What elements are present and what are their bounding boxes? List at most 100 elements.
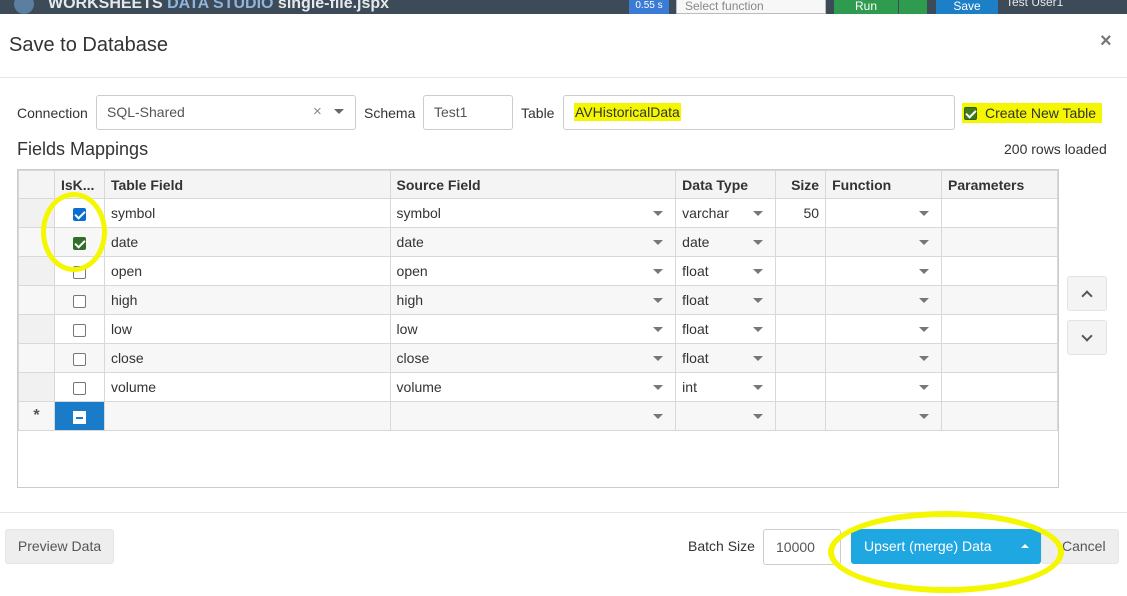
checkbox-indeterminate-icon[interactable] [72, 410, 86, 424]
size-cell[interactable]: 50 [775, 198, 827, 228]
function-cell[interactable] [825, 227, 942, 257]
source-field-cell[interactable]: date [389, 227, 677, 257]
chevron-down-icon[interactable] [334, 109, 344, 114]
clear-icon[interactable]: × [313, 95, 322, 128]
size-cell[interactable] [775, 343, 827, 373]
chevron-down-icon[interactable] [653, 269, 664, 274]
table-field-cell[interactable]: open [103, 256, 391, 286]
chevron-down-icon[interactable] [653, 356, 664, 361]
chevron-down-icon[interactable] [653, 327, 664, 332]
source-field-cell[interactable]: low [389, 314, 677, 344]
column-header-source-field[interactable]: Source Field [389, 170, 677, 199]
table-field-cell[interactable]: volume [103, 372, 391, 402]
row-header[interactable] [18, 372, 55, 402]
create-new-table-checkbox[interactable]: Create New Table [962, 103, 1103, 123]
parameters-cell[interactable] [941, 285, 1058, 315]
data-type-cell[interactable]: float [675, 256, 777, 286]
batch-size-input[interactable]: 10000 [763, 529, 841, 565]
table-field-cell[interactable]: symbol [103, 198, 391, 228]
move-up-button[interactable] [1067, 276, 1107, 311]
data-type-cell[interactable]: float [675, 285, 777, 315]
checkbox-unchecked-icon[interactable] [72, 294, 86, 308]
parameters-cell[interactable] [941, 314, 1058, 344]
source-field-cell[interactable]: close [389, 343, 677, 373]
size-cell[interactable] [775, 227, 827, 257]
run-button[interactable]: Run [834, 0, 898, 14]
parameters-cell[interactable] [941, 256, 1058, 286]
iskey-cell[interactable] [53, 285, 105, 315]
chevron-down-icon[interactable] [753, 414, 764, 419]
table-field-cell[interactable]: low [103, 314, 391, 344]
checkbox-unchecked-icon[interactable] [72, 265, 86, 279]
row-header[interactable] [18, 256, 55, 286]
iskey-cell[interactable] [53, 227, 105, 257]
chevron-down-icon[interactable] [919, 269, 929, 274]
iskey-cell[interactable] [53, 198, 105, 228]
column-header-table-field[interactable]: Table Field [103, 170, 391, 199]
chevron-down-icon[interactable] [919, 385, 929, 390]
row-header[interactable] [18, 285, 55, 315]
function-cell[interactable] [825, 343, 942, 373]
row-header[interactable] [18, 314, 55, 344]
iskey-cell[interactable] [53, 256, 105, 286]
data-type-cell[interactable]: float [675, 314, 777, 344]
iskey-cell[interactable] [53, 343, 105, 373]
column-header-data-type[interactable]: Data Type [675, 170, 777, 199]
column-header-iskey[interactable]: IsK... [53, 170, 105, 199]
caret-up-icon[interactable] [1021, 544, 1029, 548]
parameters-cell[interactable] [941, 372, 1058, 402]
function-cell[interactable] [825, 314, 942, 344]
function-cell[interactable] [825, 256, 942, 286]
column-header-function[interactable]: Function [825, 170, 942, 199]
schema-input[interactable]: Test1 [423, 95, 513, 130]
parameters-cell[interactable] [941, 343, 1058, 373]
preview-data-button[interactable]: Preview Data [5, 529, 114, 564]
chevron-down-icon[interactable] [753, 211, 764, 216]
column-header-parameters[interactable]: Parameters [941, 170, 1058, 199]
chevron-down-icon[interactable] [919, 327, 929, 332]
chevron-down-icon[interactable] [653, 240, 664, 245]
chevron-down-icon[interactable] [753, 327, 764, 332]
chevron-down-icon[interactable] [919, 414, 929, 419]
table-input[interactable]: AVHistoricalData [563, 95, 955, 130]
iskey-cell[interactable] [53, 372, 105, 402]
chevron-down-icon[interactable] [753, 356, 764, 361]
source-field-cell[interactable]: symbol [389, 198, 677, 228]
chevron-down-icon[interactable] [653, 211, 664, 216]
upsert-data-button[interactable]: Upsert (merge) Data [851, 529, 1041, 564]
checkbox-unchecked-icon[interactable] [72, 323, 86, 337]
checkbox-checked-icon[interactable] [964, 106, 977, 120]
row-header[interactable] [18, 198, 55, 228]
chevron-down-icon[interactable] [753, 269, 764, 274]
function-cell[interactable] [825, 198, 942, 228]
move-down-button[interactable] [1067, 320, 1107, 355]
chevron-down-icon[interactable] [653, 298, 664, 303]
table-field-cell[interactable] [103, 401, 391, 431]
size-cell[interactable] [775, 285, 827, 315]
run-options-icon[interactable] [899, 0, 927, 14]
chevron-down-icon[interactable] [919, 298, 929, 303]
data-type-cell[interactable]: varchar [675, 198, 777, 228]
chevron-down-icon[interactable] [919, 356, 929, 361]
table-field-cell[interactable]: date [103, 227, 391, 257]
function-select[interactable]: Select function [676, 0, 826, 14]
new-row-marker[interactable]: * [18, 401, 55, 431]
size-cell[interactable] [775, 256, 827, 286]
chevron-down-icon[interactable] [653, 385, 664, 390]
chevron-down-icon[interactable] [919, 211, 929, 216]
data-type-cell[interactable]: date [675, 227, 777, 257]
table-field-cell[interactable]: high [103, 285, 391, 315]
source-field-cell[interactable]: open [389, 256, 677, 286]
parameters-cell[interactable] [941, 198, 1058, 228]
chevron-down-icon[interactable] [653, 414, 664, 419]
size-cell[interactable] [775, 314, 827, 344]
parameters-cell[interactable] [941, 401, 1058, 431]
column-header-size[interactable]: Size [775, 170, 827, 199]
close-icon[interactable]: × [1100, 30, 1112, 53]
chevron-down-icon[interactable] [753, 385, 764, 390]
checkbox-checked-icon[interactable] [72, 207, 86, 221]
parameters-cell[interactable] [941, 227, 1058, 257]
table-field-cell[interactable]: close [103, 343, 391, 373]
size-cell[interactable] [775, 401, 827, 431]
data-type-cell[interactable]: float [675, 343, 777, 373]
